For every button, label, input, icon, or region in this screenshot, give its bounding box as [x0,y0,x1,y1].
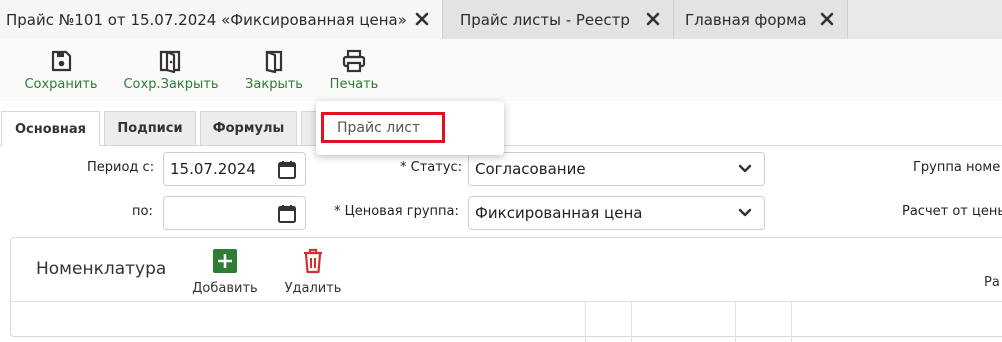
period-to-field[interactable] [163,196,306,230]
print-button[interactable]: Печать [322,39,386,101]
save-label: Сохранить [24,77,98,92]
floppy-disk-icon [51,50,72,72]
printer-icon [342,49,366,73]
period-from-field[interactable]: 15.07.2024 [163,152,306,186]
price-group-select[interactable]: Фиксированная цена [468,196,765,230]
close-icon[interactable] [645,11,661,27]
grid-divider [631,302,632,342]
calendar-icon[interactable] [277,160,297,180]
add-label: Добавить [192,281,258,296]
delete-label: Удалить [284,281,342,296]
chevron-down-icon [738,164,752,173]
plus-icon [213,249,237,273]
period-to-label: по: [132,204,153,219]
status-value: Согласование [475,160,586,178]
price-group-label: * Ценовая группа: [334,204,459,219]
calc-from-label: Расчет от цены [902,204,1002,219]
close-label: Закрыть [245,77,303,92]
chevron-down-icon [738,208,752,217]
toolbar: Сохранить Сохр.Закрыть Закрыть Печать [0,39,1002,101]
save-close-icon [159,50,181,73]
tab-main[interactable]: Основная [1,111,100,146]
print-menu-item-price-list[interactable]: Прайс лист [321,112,445,143]
print-label: Печать [329,77,379,92]
calendar-icon[interactable] [277,204,297,224]
save-close-button[interactable]: Сохр.Закрыть [120,39,222,101]
status-label: * Статус: [400,160,463,175]
status-select[interactable]: Согласование [468,152,765,186]
print-menu: Прайс лист [316,101,504,155]
doc-tab-price-registry[interactable]: Прайс листы - Реестр [443,0,674,39]
grid-divider [585,302,586,342]
nomenclature-group-label: Группа номе [913,160,1001,175]
doc-tab-label: Главная форма [685,10,807,29]
close-button[interactable]: Закрыть [240,39,308,101]
tab-formulas[interactable]: Формулы [200,111,297,145]
tab-signatures[interactable]: Подписи [104,111,196,145]
close-icon[interactable] [414,11,430,27]
period-from-label: Период с: [87,160,155,175]
save-close-label: Сохр.Закрыть [123,77,219,92]
delete-button[interactable]: Удалить [279,248,347,296]
doc-tab-price-101[interactable]: Прайс №101 от 15.07.2024 «Фиксированная … [0,0,443,39]
document-tabs: Прайс №101 от 15.07.2024 «Фиксированная … [0,0,1002,39]
save-button[interactable]: Сохранить [18,39,104,101]
close-icon[interactable] [819,11,835,27]
door-icon [265,50,283,73]
right-column-header: Ра [984,275,1000,290]
nomenclature-panel: Номенклатура Добавить Удалить Ра [10,237,1002,342]
doc-tab-main-form[interactable]: Главная форма [674,0,848,39]
add-button[interactable]: Добавить [189,248,261,296]
grid-divider [791,302,792,342]
period-from-value: 15.07.2024 [170,160,256,178]
price-group-value: Фиксированная цена [475,204,643,222]
nomenclature-title: Номенклатура [36,259,167,279]
grid-header [11,301,1002,342]
doc-tab-label: Прайс №101 от 15.07.2024 «Фиксированная … [6,10,407,29]
doc-tab-label: Прайс листы - Реестр [460,10,630,29]
trash-icon [304,248,322,274]
grid-divider [735,302,736,342]
